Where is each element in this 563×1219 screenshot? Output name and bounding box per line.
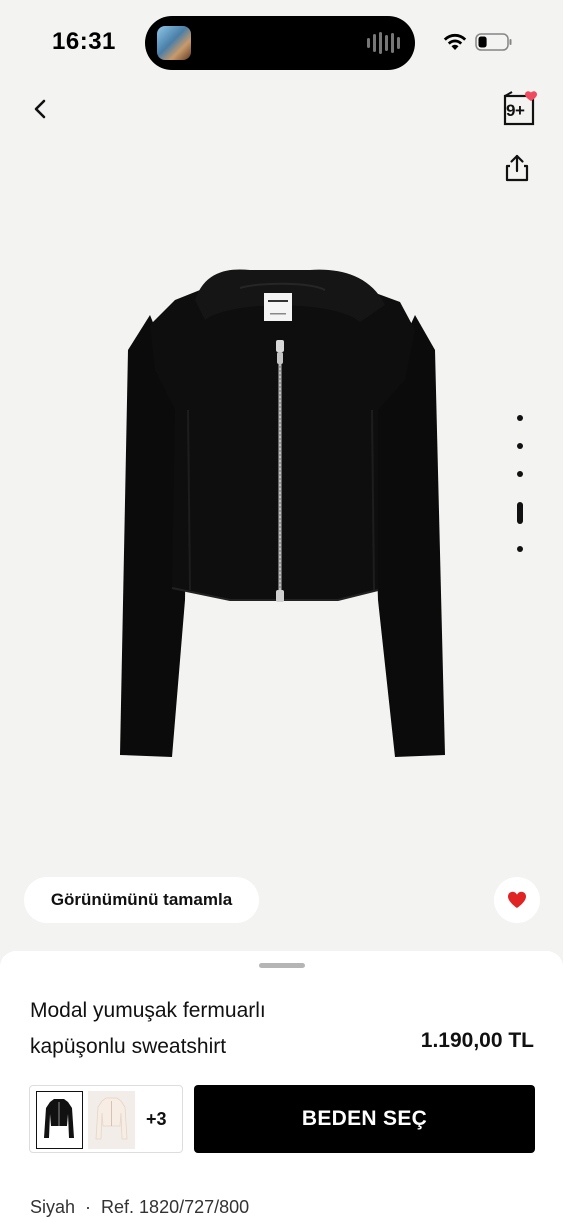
pager-dot[interactable] <box>517 471 523 477</box>
pager-dot-active[interactable] <box>517 502 523 524</box>
meta-separator: · <box>85 1197 92 1217</box>
share-icon <box>505 154 529 182</box>
color-swatch-black[interactable] <box>36 1091 83 1149</box>
alerts-badge: 9+ <box>506 101 525 120</box>
status-bar: 16:31 <box>0 0 563 86</box>
sheet-handle[interactable] <box>259 963 305 968</box>
image-pager[interactable] <box>512 410 528 560</box>
now-playing-thumbnail <box>157 26 191 60</box>
jacket-thumbnail-icon <box>44 1099 74 1138</box>
heart-icon <box>508 891 526 908</box>
chevron-left-icon <box>34 99 46 119</box>
product-title: Modal yumuşak fermuarlı kapüşonlu sweats… <box>30 993 360 1065</box>
share-button[interactable] <box>502 152 532 184</box>
product-title-line: Modal yumuşak fermuarlı <box>30 999 266 1022</box>
product-reference: Ref. 1820/727/800 <box>101 1197 250 1217</box>
pager-dot[interactable] <box>517 415 523 421</box>
wifi-icon <box>443 33 467 50</box>
jacket-thumbnail-icon <box>95 1097 128 1140</box>
product-image[interactable] <box>110 260 455 770</box>
alerts-button[interactable]: 9+ <box>498 90 542 130</box>
product-sheet: Modal yumuşak fermuarlı kapüşonlu sweats… <box>0 951 563 1219</box>
more-colors-count[interactable]: +3 <box>146 1109 167 1130</box>
back-button[interactable] <box>26 94 56 124</box>
color-selector[interactable]: +3 <box>29 1085 183 1153</box>
dynamic-island[interactable] <box>145 16 415 70</box>
pager-dot[interactable] <box>517 546 523 552</box>
status-time: 16:31 <box>52 28 116 55</box>
battery-icon <box>475 33 512 51</box>
audio-waveform-icon <box>367 32 401 54</box>
pager-dot[interactable] <box>517 443 523 449</box>
product-price: 1.190,00 TL <box>420 1029 534 1052</box>
product-meta: Siyah · Ref. 1820/727/800 <box>30 1197 249 1218</box>
color-swatch-cream[interactable] <box>88 1091 135 1149</box>
wishlist-button[interactable] <box>494 877 540 923</box>
select-size-button[interactable]: BEDEN SEÇ <box>194 1085 535 1153</box>
complete-look-button[interactable]: Görünümünü tamamla <box>24 877 259 923</box>
color-name: Siyah <box>30 1197 76 1217</box>
product-title-line: kapüşonlu sweatshirt <box>30 1035 227 1058</box>
